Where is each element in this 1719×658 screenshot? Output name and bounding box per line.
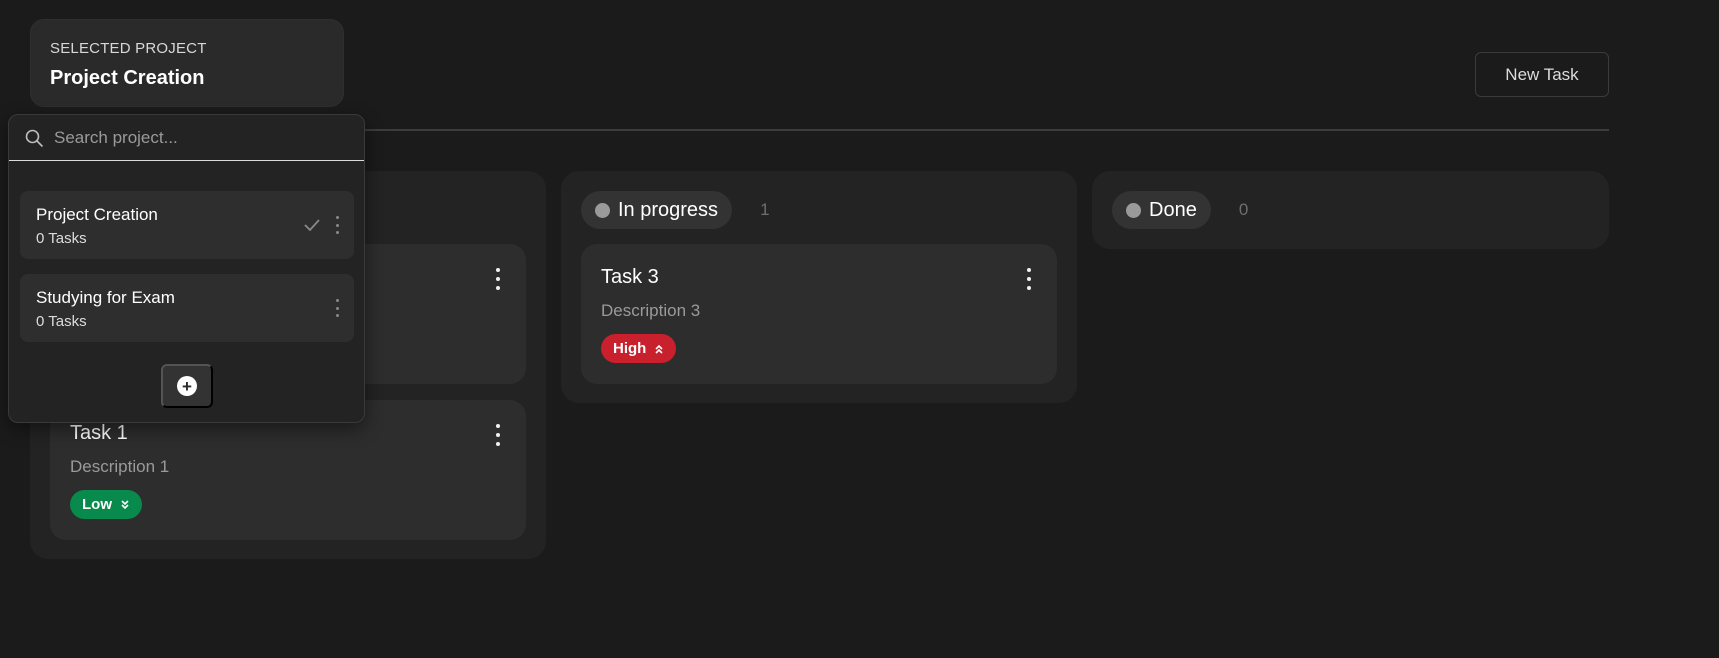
priority-label: High [613, 340, 647, 357]
priority-badge: High [601, 334, 677, 363]
check-icon [304, 219, 320, 232]
status-label: In progress [618, 198, 719, 221]
project-item-count: 0 Tasks [36, 313, 87, 330]
new-task-button[interactable]: New Task [1475, 52, 1609, 97]
status-chip: In progress [581, 191, 733, 229]
selected-project-caption: SELECTED PROJECT [50, 40, 207, 57]
status-label: Done [1149, 198, 1197, 221]
add-project-button[interactable]: + [161, 364, 213, 408]
plus-circle-icon: + [177, 376, 197, 396]
task-card[interactable]: Task 3 Description 3 High [581, 244, 1057, 384]
priority-badge: Low [70, 490, 142, 519]
project-item[interactable]: Studying for Exam 0 Tasks [20, 274, 354, 342]
search-input[interactable] [54, 127, 344, 148]
chevrons-up-icon [655, 344, 663, 354]
status-dot-icon [1126, 202, 1141, 218]
priority-label: Low [82, 496, 112, 513]
project-item-name: Project Creation [36, 205, 158, 224]
column-in-progress: In progress 1 Task 3 Description 3 High [561, 171, 1077, 403]
project-menu-icon[interactable] [334, 216, 340, 234]
column-count: 1 [760, 200, 770, 219]
column-header: Done 0 [1112, 191, 1248, 229]
task-description: Description 3 [601, 301, 701, 320]
project-dropdown: Project Creation 0 Tasks Studying for Ex… [8, 114, 365, 423]
selected-project-name: Project Creation [50, 67, 205, 89]
project-item-name: Studying for Exam [36, 288, 175, 307]
task-menu-icon[interactable] [490, 268, 506, 290]
column-count: 0 [1238, 200, 1249, 219]
status-chip: Done [1112, 191, 1211, 229]
task-title: Task 1 [70, 422, 128, 444]
chevrons-down-icon [121, 499, 129, 509]
column-header: In progress 1 [581, 191, 770, 229]
project-menu-icon[interactable] [334, 299, 340, 317]
app-root: SELECTED PROJECT Project Creation New Ta… [0, 0, 1719, 658]
project-search [9, 115, 364, 161]
status-dot-icon [595, 202, 610, 218]
project-item[interactable]: Project Creation 0 Tasks [20, 191, 354, 259]
project-selector[interactable]: SELECTED PROJECT Project Creation [30, 19, 344, 107]
task-title: Task 3 [601, 266, 659, 288]
task-menu-icon[interactable] [490, 424, 506, 446]
project-item-count: 0 Tasks [36, 230, 87, 247]
task-description: Description 1 [70, 457, 170, 476]
column-done: Done 0 [1092, 171, 1609, 249]
task-menu-icon[interactable] [1021, 268, 1037, 290]
search-icon [25, 129, 43, 147]
